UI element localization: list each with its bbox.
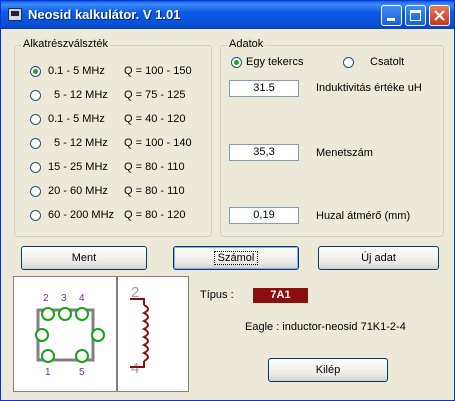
part-q: Q = 100 - 140 xyxy=(124,137,192,149)
part-q: Q = 75 - 125 xyxy=(124,89,186,101)
pin-label: 2 xyxy=(43,293,49,304)
wire-diameter-field[interactable]: 0,19 xyxy=(229,207,299,224)
maximize-button[interactable] xyxy=(405,5,426,26)
wire-diameter-label: Huzal átmérő (mm) xyxy=(316,210,411,222)
window-title: Neosid kalkulátor. V 1.01 xyxy=(28,7,181,22)
radio-button[interactable] xyxy=(30,114,41,125)
component-diagram: 2 3 4 1 5 2 4 xyxy=(35,277,149,391)
part-range: 0.1 - 5 MHz xyxy=(48,65,105,77)
exit-button[interactable]: Kilép xyxy=(268,358,388,382)
calculate-button-label: Számol xyxy=(213,251,259,265)
minimize-button[interactable] xyxy=(381,5,402,26)
pad xyxy=(35,328,49,342)
app-window: Neosid kalkulátor. V 1.01 Alkatrészválsz… xyxy=(0,0,455,401)
calculate-button[interactable]: Számol xyxy=(173,246,299,270)
new-data-button[interactable]: Új adat xyxy=(318,246,439,270)
app-icon[interactable] xyxy=(8,8,22,21)
inductance-label: Induktivitás értéke uH xyxy=(316,82,422,94)
inductance-field[interactable]: 31.5 xyxy=(229,80,299,97)
pad xyxy=(75,349,89,363)
part-q: Q = 40 - 120 xyxy=(124,113,186,125)
mode-coupled-label: Csatolt xyxy=(370,56,405,68)
radio-button[interactable] xyxy=(343,57,354,68)
part-range: 5 - 12 MHz xyxy=(54,137,108,149)
pin-label: 1 xyxy=(45,367,51,378)
component-preview: 2 3 4 1 5 2 4 xyxy=(13,276,189,392)
type-label: Típus : xyxy=(200,289,234,301)
pin-label: 5 xyxy=(79,367,85,378)
part-q: Q = 100 - 150 xyxy=(124,65,192,77)
part-range: 0.1 - 5 MHz xyxy=(48,113,105,125)
part-range: 5 - 12 MHz xyxy=(54,89,108,101)
eagle-text: Eagle : inductor-neosid 71K1-2-4 xyxy=(245,321,406,333)
turns-label: Menetszám xyxy=(316,147,373,159)
radio-button[interactable] xyxy=(30,210,41,221)
part-range: 15 - 25 MHz xyxy=(48,161,108,173)
radio-button[interactable] xyxy=(30,138,41,149)
pad xyxy=(58,307,72,321)
title-bar[interactable]: Neosid kalkulátor. V 1.01 xyxy=(1,1,454,29)
parts-group-label: Alkatrészválszték xyxy=(21,38,110,50)
part-range: 60 - 200 MHz xyxy=(48,209,115,221)
radio-button[interactable] xyxy=(30,66,41,77)
radio-button[interactable] xyxy=(30,186,41,197)
coil-pin-label: 4 xyxy=(131,360,139,377)
pad xyxy=(41,307,55,321)
part-range: 20 - 60 MHz xyxy=(48,185,108,197)
pin-label: 4 xyxy=(79,293,85,304)
pad xyxy=(91,328,105,342)
radio-button[interactable] xyxy=(30,90,41,101)
part-q: Q = 80 - 110 xyxy=(124,185,185,197)
radio-button[interactable] xyxy=(30,162,41,173)
pin-label: 3 xyxy=(61,293,67,304)
pad xyxy=(75,307,89,321)
part-q: Q = 80 - 110 xyxy=(124,161,185,173)
coil-symbol xyxy=(130,298,149,368)
mode-single-label: Egy tekercs xyxy=(246,56,304,68)
turns-field[interactable]: 35,3 xyxy=(229,144,299,161)
close-button[interactable] xyxy=(429,5,450,26)
data-group-label: Adatok xyxy=(227,38,266,50)
type-value: 7A1 xyxy=(253,288,308,303)
part-q: Q = 80 - 120 xyxy=(124,209,186,221)
close-icon xyxy=(434,10,445,21)
save-button[interactable]: Ment xyxy=(21,246,147,270)
radio-button[interactable] xyxy=(231,57,242,68)
pad xyxy=(41,349,55,363)
